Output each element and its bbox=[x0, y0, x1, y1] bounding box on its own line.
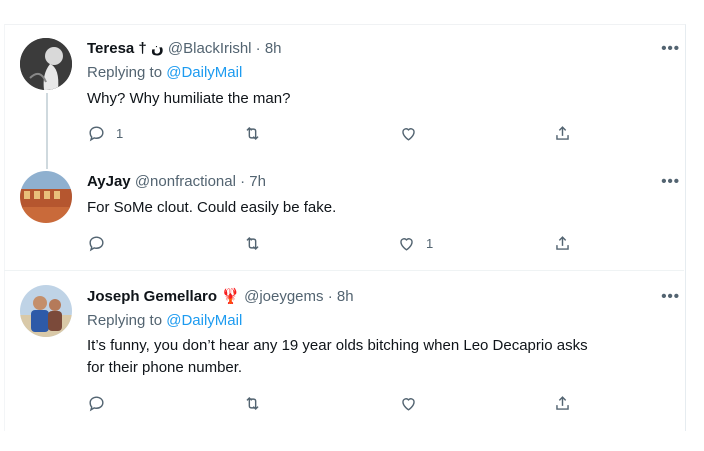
tweet-time[interactable]: 7h bbox=[249, 173, 266, 190]
separator-dot: · bbox=[327, 288, 333, 305]
tweet-divider bbox=[4, 270, 684, 271]
tweet-text-line-2: for their phone number. bbox=[87, 359, 243, 376]
share-icon bbox=[556, 236, 569, 250]
reply-button[interactable] bbox=[87, 394, 116, 413]
more-icon[interactable]: ••• bbox=[661, 173, 680, 190]
reply-count: 1 bbox=[116, 126, 124, 141]
lobster-icon: 🦞 bbox=[221, 288, 240, 305]
separator-dot: · bbox=[255, 40, 261, 57]
replying-mention[interactable]: @DailyMail bbox=[166, 64, 242, 81]
like-button[interactable]: 1 bbox=[397, 234, 433, 253]
like-icon bbox=[402, 128, 415, 141]
avatar-image bbox=[20, 285, 72, 337]
retweet-icon bbox=[246, 126, 259, 141]
thread-connector bbox=[46, 93, 48, 169]
share-button[interactable] bbox=[553, 234, 572, 253]
author-name[interactable]: Joseph Gemellaro bbox=[87, 288, 217, 305]
replying-mention[interactable]: @DailyMail bbox=[166, 312, 242, 329]
reply-button[interactable]: 1 bbox=[87, 124, 123, 143]
like-icon bbox=[400, 238, 413, 251]
reply-button[interactable] bbox=[87, 234, 116, 253]
like-button[interactable] bbox=[399, 394, 428, 413]
share-button[interactable] bbox=[553, 124, 572, 143]
more-icon[interactable]: ••• bbox=[661, 40, 680, 57]
avatar-image bbox=[20, 38, 72, 90]
author-name[interactable]: AyJay bbox=[87, 173, 131, 190]
retweet-button[interactable] bbox=[243, 124, 262, 143]
retweet-icon bbox=[246, 236, 259, 251]
like-count: 1 bbox=[426, 236, 434, 251]
share-icon bbox=[556, 126, 569, 140]
tweet-time[interactable]: 8h bbox=[265, 40, 282, 57]
avatar[interactable] bbox=[20, 171, 72, 223]
tweet-time[interactable]: 8h bbox=[337, 288, 354, 305]
share-button[interactable] bbox=[553, 394, 572, 413]
share-icon bbox=[556, 396, 569, 410]
replying-label: Replying to bbox=[87, 64, 163, 81]
author-handle[interactable]: @nonfractional bbox=[135, 173, 236, 190]
tweet-text-line-1: It’s funny, you don’t hear any 19 year o… bbox=[87, 337, 588, 354]
avatar-image bbox=[20, 171, 72, 223]
reply-icon bbox=[89, 236, 104, 252]
more-icon[interactable]: ••• bbox=[661, 288, 680, 305]
tweet-text: Why? Why humiliate the man? bbox=[87, 90, 291, 107]
reply-icon bbox=[89, 126, 104, 142]
reply-icon bbox=[89, 396, 104, 412]
author-name[interactable]: Teresa † ن bbox=[87, 40, 164, 57]
like-icon bbox=[402, 398, 415, 411]
like-button[interactable] bbox=[399, 124, 428, 143]
retweet-button[interactable] bbox=[243, 234, 262, 253]
author-handle[interactable]: @joeygems bbox=[244, 288, 323, 305]
avatar[interactable] bbox=[20, 38, 72, 90]
retweet-button[interactable] bbox=[243, 394, 262, 413]
avatar[interactable] bbox=[20, 285, 72, 337]
separator-dot: · bbox=[240, 173, 246, 190]
replying-label: Replying to bbox=[87, 312, 163, 329]
tweet-text: For SoMe clout. Could easily be fake. bbox=[87, 199, 337, 216]
retweet-icon bbox=[246, 396, 259, 411]
author-handle[interactable]: @BlackIrishl bbox=[168, 40, 252, 57]
